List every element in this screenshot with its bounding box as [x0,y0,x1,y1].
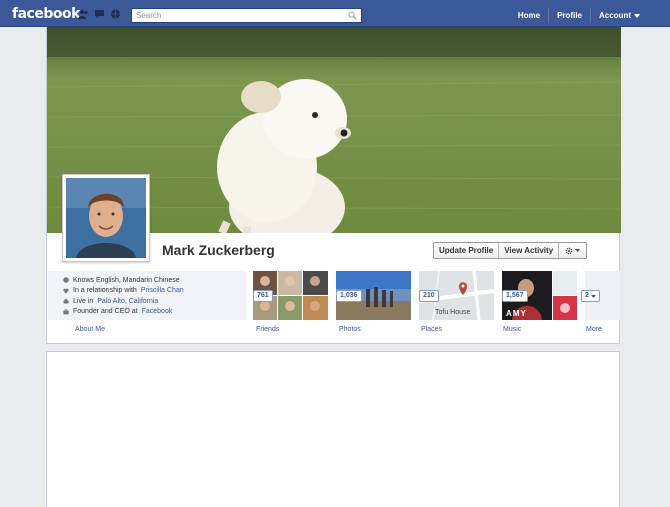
map-place-label: Tofu House [435,309,471,316]
globe-icon [63,277,69,283]
home-icon [63,298,69,304]
profile-header: Mark Zuckerberg Update Profile View Acti… [46,27,621,344]
places-count: 210 [419,290,439,302]
update-profile-button[interactable]: Update Profile [434,243,498,258]
profile-name[interactable]: Mark Zuckerberg [162,242,275,258]
account-label: Account [599,11,631,20]
photos-link[interactable]: Photos [339,326,361,333]
settings-menu-button[interactable] [558,243,586,258]
photos-tile[interactable]: 1,036 [336,271,411,320]
briefcase-icon [63,309,69,315]
info-text: Founder and CEO at [73,308,138,316]
profile-link[interactable]: Profile [548,8,590,23]
more-count-value: 2 [585,292,589,299]
music-count: 1,567 [502,290,528,302]
messages-icon[interactable] [94,9,105,19]
info-work: Founder and CEO at Facebook [63,307,184,318]
friends-tile[interactable]: 761 [253,271,328,320]
profile-section-labels: About Me Friends Photos Places Music Mor… [47,326,621,338]
album-cover-text: AMY [506,309,527,318]
search-icon[interactable] [348,11,357,22]
info-relationship: In a relationship with Priscilla Chan [63,286,184,297]
friends-count: 761 [253,290,273,302]
about-me-link[interactable]: About Me [75,326,105,333]
places-link[interactable]: Places [421,326,442,333]
info-text: In a relationship with [73,287,137,295]
account-menu[interactable]: Account [590,8,648,23]
notification-jewels [78,9,121,19]
chevron-down-icon [575,249,581,252]
profile-actions: Update Profile View Activity [433,242,588,259]
music-tile[interactable]: 1,567 AMY [502,271,577,320]
places-tile[interactable]: 210 Tofu House [419,271,494,320]
top-nav: Home Profile Account [509,8,648,23]
info-text: Live in [73,297,94,305]
home-link[interactable]: Home [509,8,548,23]
info-text: Knows English, Mandarin Chinese [73,276,180,284]
search-box [131,8,362,23]
search-input[interactable] [132,9,342,22]
info-languages: Knows English, Mandarin Chinese [63,275,184,286]
music-link[interactable]: Music [503,326,521,333]
friends-link[interactable]: Friends [256,326,279,333]
info-location: Live in Palo Alto, California [63,296,184,307]
about-list: Knows English, Mandarin Chinese In a rel… [63,275,184,317]
timeline-container [46,351,620,507]
more-tile[interactable]: 2 [581,271,620,320]
chevron-down-icon [590,294,596,298]
friend-requests-icon[interactable] [78,9,89,19]
chevron-down-icon [634,13,640,18]
profile-picture[interactable] [62,174,150,262]
notifications-globe-icon[interactable] [110,9,121,19]
more-link[interactable]: More [586,326,602,333]
location-link[interactable]: Palo Alto, California [97,298,158,305]
gear-icon [565,247,573,254]
heart-icon [63,288,69,294]
work-link[interactable]: Facebook [142,308,173,315]
about-summary: Knows English, Mandarin Chinese In a rel… [48,271,246,320]
view-activity-button[interactable]: View Activity [498,243,558,258]
top-bar: facebook Home Profile Account [0,0,670,27]
more-count[interactable]: 2 [581,290,600,302]
relationship-link[interactable]: Priscilla Chan [141,287,184,294]
photos-count: 1,036 [336,290,362,302]
facebook-logo[interactable]: facebook [12,6,80,22]
